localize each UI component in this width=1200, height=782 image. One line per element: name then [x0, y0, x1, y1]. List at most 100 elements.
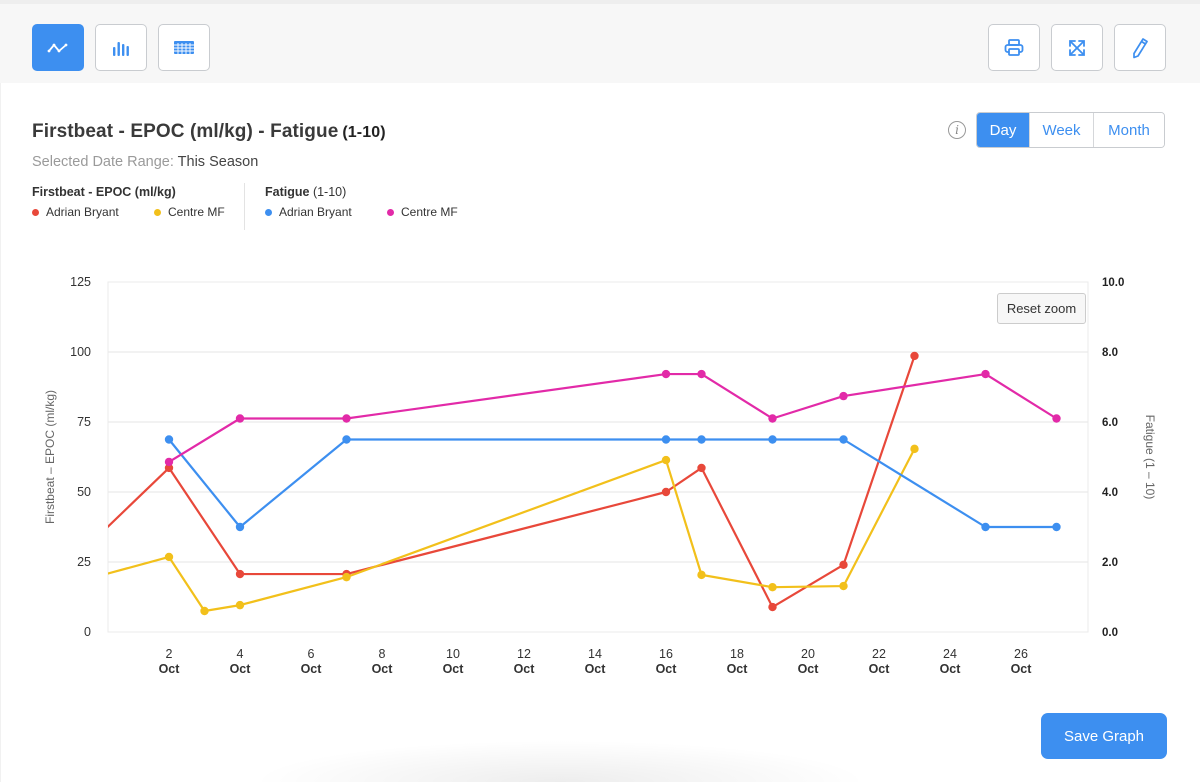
data-point[interactable] [768, 583, 777, 592]
data-point[interactable] [661, 369, 671, 379]
data-point[interactable] [235, 522, 245, 532]
x-tick-month-label: Oct [798, 662, 820, 676]
data-point[interactable] [1052, 414, 1061, 423]
x-tick-day-label: 26 [1014, 647, 1028, 661]
data-point[interactable] [164, 552, 174, 562]
data-point[interactable] [1052, 522, 1061, 532]
legend-group-title-text: Firstbeat - EPOC (ml/kg) [32, 185, 176, 199]
legend-divider [244, 183, 245, 230]
data-point[interactable] [235, 600, 245, 610]
data-point[interactable] [235, 414, 245, 423]
x-tick: 22Oct [869, 647, 891, 676]
period-month-button[interactable]: Month [1093, 113, 1164, 147]
data-point[interactable] [768, 414, 777, 423]
legend-dot [387, 208, 394, 216]
x-tick-day-label: 12 [517, 647, 531, 661]
legend-item-epoc-adrian-bryant[interactable]: Adrian Bryant [32, 205, 154, 219]
data-point[interactable] [697, 570, 706, 580]
data-point[interactable] [661, 455, 671, 465]
data-point[interactable] [661, 487, 671, 497]
date-range-value: This Season [177, 154, 259, 170]
table-view-button[interactable] [158, 24, 210, 71]
x-tick: 26Oct [1011, 647, 1033, 676]
save-graph-button[interactable]: Save Graph [1041, 713, 1167, 759]
data-point[interactable] [661, 435, 671, 444]
data-point[interactable] [910, 444, 919, 454]
legend-group-title-unit: (1-10) [312, 185, 347, 199]
x-tick: 10Oct [443, 647, 465, 676]
x-tick-month-label: Oct [230, 662, 252, 676]
legend-item-epoc-centre-mf[interactable]: Centre MF [154, 205, 225, 219]
series-1 [108, 351, 919, 612]
x-tick-day-label: 16 [659, 647, 673, 661]
edit-button[interactable] [1114, 24, 1166, 71]
x-tick-month-label: Oct [727, 662, 749, 676]
data-point[interactable] [697, 369, 706, 379]
y-left-tick-label: 75 [77, 415, 91, 429]
data-point[interactable] [839, 391, 848, 401]
x-tick: 6Oct [301, 647, 323, 676]
x-tick-month-label: Oct [656, 662, 678, 676]
data-point[interactable] [235, 569, 245, 579]
x-tick-day-label: 4 [237, 647, 244, 661]
legend-item-fatigue-adrian-bryant[interactable]: Adrian Bryant [265, 205, 387, 219]
series-line [168, 438, 1057, 529]
table-icon [173, 40, 195, 55]
x-tick-day-label: 20 [801, 647, 815, 661]
x-tick-month-label: Oct [1011, 662, 1033, 676]
x-tick-month-label: Oct [372, 662, 394, 676]
bar-chart-button[interactable] [95, 24, 147, 71]
print-button[interactable] [988, 24, 1040, 71]
series-2 [108, 444, 919, 616]
x-tick-day-label: 10 [446, 647, 460, 661]
data-point[interactable] [839, 435, 848, 444]
legend-group-title: Firstbeat - EPOC (ml/kg) [32, 185, 225, 199]
bar-chart-icon [111, 40, 131, 56]
data-point[interactable] [164, 457, 174, 467]
y-right-tick-label: 2.0 [1102, 557, 1118, 569]
data-point[interactable] [839, 581, 848, 591]
y-left-tick-label: 25 [77, 555, 91, 569]
chart-title: Firstbeat - EPOC (ml/kg) - Fatigue (1-10) [32, 121, 386, 143]
data-point[interactable] [342, 414, 351, 423]
reset-zoom-button[interactable]: Reset zoom [997, 293, 1086, 324]
y-right-tick-label: 4.0 [1102, 487, 1118, 499]
legend-item-fatigue-centre-mf[interactable]: Centre MF [387, 205, 458, 219]
y-left-tick-label: 100 [70, 345, 91, 359]
series-layer [108, 351, 1061, 616]
x-tick-month-label: Oct [159, 662, 181, 676]
x-tick: 14Oct [585, 647, 607, 676]
data-point[interactable] [164, 435, 174, 444]
y-axis-left-title: Firstbeat – EPOC (ml/kg) [43, 390, 57, 524]
series-line [168, 372, 1058, 463]
data-point[interactable] [768, 435, 777, 444]
period-week-button[interactable]: Week [1029, 113, 1093, 147]
x-tick: 20Oct [798, 647, 820, 676]
data-point[interactable] [342, 572, 351, 582]
data-point[interactable] [910, 351, 919, 361]
data-point[interactable] [839, 560, 848, 569]
line-chart[interactable]: 0255075100125 0.02.04.06.08.010.0 2Oct4O… [0, 260, 1200, 690]
data-point[interactable] [200, 606, 209, 616]
x-tick-month-label: Oct [514, 662, 536, 676]
data-point[interactable] [768, 602, 777, 612]
data-point[interactable] [342, 435, 351, 444]
line-chart-button[interactable] [32, 24, 84, 71]
y-right-tick-label: 0.0 [1102, 627, 1118, 639]
legend-item-label: Adrian Bryant [46, 205, 119, 219]
y-right-tick-label: 6.0 [1102, 417, 1118, 429]
x-tick-month-label: Oct [940, 662, 962, 676]
data-point[interactable] [697, 435, 706, 444]
period-selector: Day Week Month [976, 112, 1165, 148]
legend-dot [265, 208, 272, 216]
x-tick: 24Oct [940, 647, 962, 676]
date-range: Selected Date Range: This Season [32, 154, 258, 170]
period-day-button[interactable]: Day [977, 113, 1029, 147]
data-point[interactable] [981, 369, 990, 379]
fullscreen-button[interactable] [1051, 24, 1103, 71]
x-tick: 18Oct [727, 647, 749, 676]
data-point[interactable] [697, 463, 706, 473]
bottom-shadow [250, 740, 870, 782]
data-point[interactable] [981, 522, 990, 532]
info-icon[interactable]: i [948, 121, 966, 139]
